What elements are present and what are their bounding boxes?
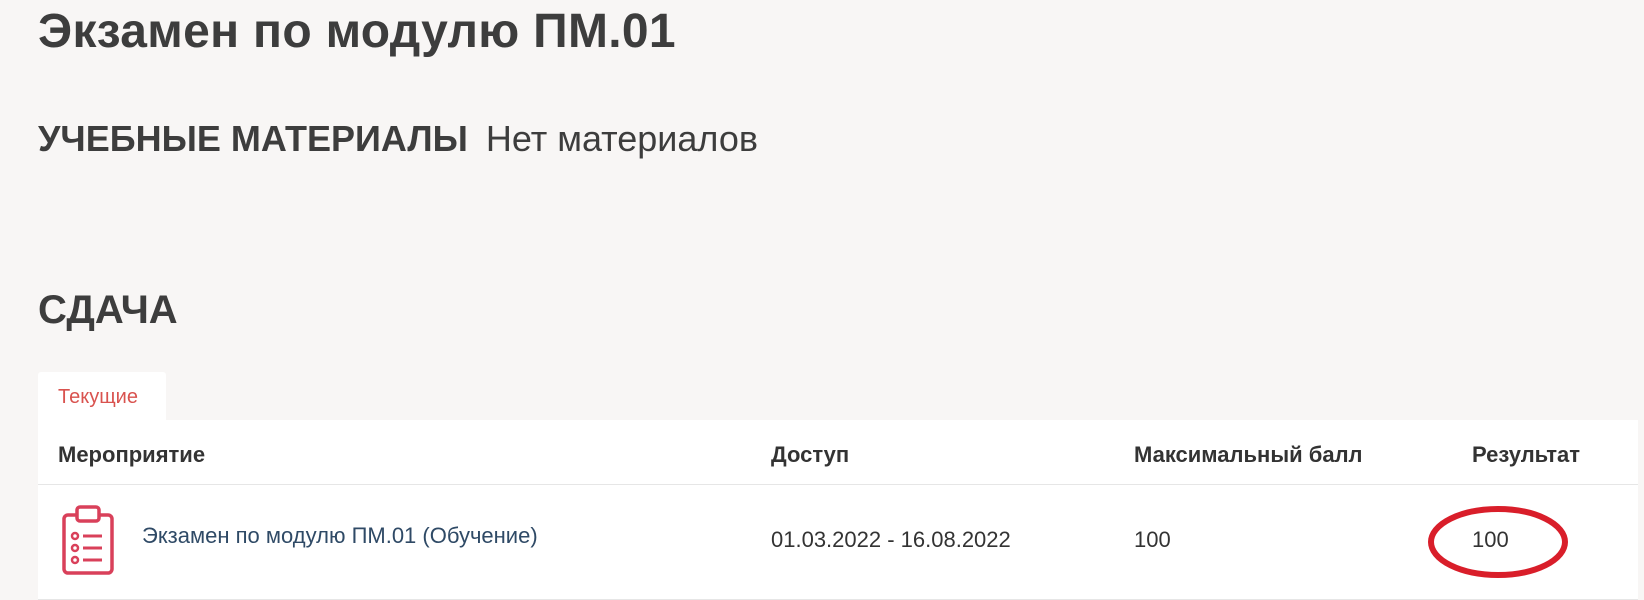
column-header-max-score: Максимальный балл bbox=[1134, 442, 1363, 467]
tab-current[interactable]: Текущие bbox=[38, 372, 166, 422]
materials-section: УЧЕБНЫЕ МАТЕРИАЛЫ Нет материалов bbox=[38, 118, 758, 160]
access-period: 01.03.2022 - 16.08.2022 bbox=[771, 527, 1011, 552]
event-link[interactable]: Экзамен по модулю ПМ.01 (Обучение) bbox=[142, 523, 538, 549]
tab-current-label: Текущие bbox=[58, 386, 138, 408]
materials-value: Нет материалов bbox=[485, 118, 758, 159]
column-header-access: Доступ bbox=[771, 442, 850, 467]
clipboard-list-icon bbox=[60, 503, 116, 577]
column-header-result: Результат bbox=[1472, 442, 1581, 467]
result-value: 100 bbox=[1472, 527, 1509, 552]
column-header-event: Мероприятие bbox=[58, 442, 206, 467]
max-score: 100 bbox=[1134, 527, 1171, 552]
table-header: Мероприятие Доступ Максимальный балл Рез… bbox=[38, 420, 1638, 485]
submissions-table: Мероприятие Доступ Максимальный балл Рез… bbox=[38, 420, 1638, 600]
submission-heading: СДАЧА bbox=[38, 288, 178, 332]
table-row: Экзамен по модулю ПМ.01 (Обучение) 01.03… bbox=[38, 485, 1638, 600]
page-title: Экзамен по модулю ПМ.01 bbox=[38, 5, 676, 58]
materials-heading: УЧЕБНЫЕ МАТЕРИАЛЫ bbox=[38, 118, 468, 159]
